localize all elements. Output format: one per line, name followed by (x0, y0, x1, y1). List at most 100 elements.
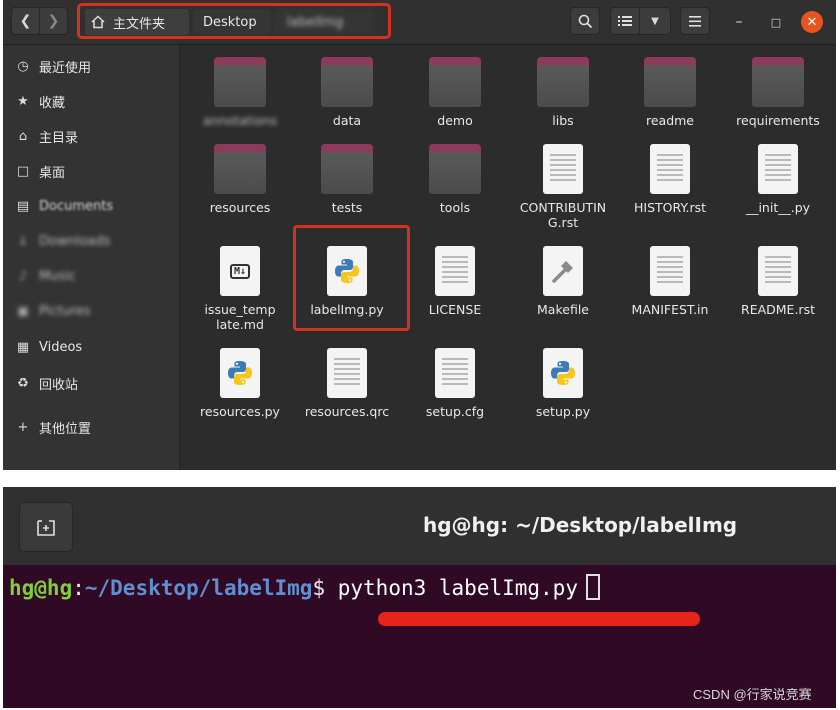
file-item[interactable]: README.rst (724, 246, 832, 317)
sidebar-item-music[interactable]: ♪ Music (3, 261, 179, 291)
download-icon: ↓ (17, 233, 29, 249)
search-button[interactable] (570, 7, 600, 35)
prompt-path: ~/Desktop/labelImg (84, 576, 313, 600)
sidebar-item-starred[interactable]: ★ 收藏 (3, 86, 179, 116)
file-item[interactable]: tests (293, 144, 401, 215)
terminal-prompt-line: hg@hg:~/Desktop/labelImg$ python3 labelI… (9, 574, 600, 600)
sidebar: ◷ 最近使用 ★ 收藏 ⌂ 主目录 □ 桌面 ▤ Documents ↓ Dow… (3, 45, 180, 470)
sidebar-item-recent[interactable]: ◷ 最近使用 (3, 51, 179, 81)
file-item[interactable]: Makefile (509, 246, 617, 317)
hamburger-icon (689, 15, 701, 27)
file-item[interactable]: annotations (186, 57, 294, 128)
back-button[interactable]: ❮ (11, 7, 40, 35)
prompt-dollar: $ (312, 576, 326, 600)
file-name: resources.py (200, 404, 280, 419)
close-button[interactable]: ✕ (801, 11, 823, 33)
new-tab-button[interactable] (19, 502, 73, 552)
text-file-icon (327, 348, 367, 398)
sidebar-item-label: 收藏 (39, 95, 66, 111)
desktop-icon: □ (16, 163, 30, 179)
view-options-button[interactable]: ▼ (639, 7, 671, 35)
file-name: MANIFEST.in (631, 302, 709, 317)
chevron-left-icon: ❮ (19, 13, 32, 29)
file-name: README.rst (741, 302, 815, 317)
folder-icon (429, 144, 481, 194)
sidebar-item-videos[interactable]: ▦ Videos (3, 332, 179, 362)
terminal-header: hg@hg: ~/Desktop/labelImg (3, 487, 836, 565)
file-name: Makefile (537, 302, 589, 317)
minimize-button[interactable]: – (728, 11, 750, 33)
file-item[interactable]: requirements (724, 57, 832, 128)
forward-button[interactable]: ❯ (39, 7, 68, 35)
folder-icon (214, 144, 266, 194)
folder-icon (644, 57, 696, 107)
file-item[interactable]: readme (616, 57, 724, 128)
file-item[interactable]: LICENSE (401, 246, 509, 317)
text-file-icon (650, 246, 690, 296)
close-icon: ✕ (806, 14, 818, 30)
star-icon: ★ (17, 93, 29, 109)
file-item[interactable]: demo (401, 57, 509, 128)
markdown-file-icon: M↓ (220, 246, 260, 296)
minimize-icon: – (735, 14, 743, 30)
chevron-right-icon: ❯ (47, 13, 60, 29)
file-name: requirements (736, 113, 820, 128)
sidebar-item-label: Documents (39, 198, 114, 214)
path-highlight-box (77, 3, 391, 39)
file-item[interactable]: MANIFEST.in (616, 246, 724, 317)
file-name: __init__.py (745, 200, 811, 215)
command-underline (378, 612, 700, 626)
file-name: resources.qrc (304, 404, 390, 419)
file-name: libs (552, 113, 574, 128)
plus-icon: + (17, 419, 29, 435)
file-name: readme (645, 113, 695, 128)
list-view-button[interactable] (610, 7, 640, 35)
terminal-command: python3 labelImg.py (325, 576, 578, 600)
file-name: setup.py (535, 404, 591, 419)
file-item[interactable]: setup.py (509, 348, 617, 419)
menu-button[interactable] (680, 7, 710, 35)
file-item[interactable]: HISTORY.rst (616, 144, 724, 215)
sidebar-item-other-locations[interactable]: + 其他位置 (3, 412, 179, 442)
sidebar-item-downloads[interactable]: ↓ Downloads (3, 226, 179, 256)
clock-icon: ◷ (17, 58, 29, 74)
file-item[interactable]: M↓ issue_template.md (186, 246, 294, 332)
watermark: CSDN @行家说竞赛 (693, 687, 812, 702)
file-manager-window: ❮ ❯ 主文件夹 Desktop labelImg ▼ – □ ✕ ◷ 最近使用… (3, 0, 836, 470)
folder-icon (214, 57, 266, 107)
sidebar-item-desktop[interactable]: □ 桌面 (3, 156, 179, 186)
file-item[interactable]: setup.cfg (401, 348, 509, 419)
sidebar-item-documents[interactable]: ▤ Documents (3, 191, 179, 221)
text-file-icon (435, 348, 475, 398)
file-name: tools (439, 200, 471, 215)
sidebar-item-home[interactable]: ⌂ 主目录 (3, 121, 179, 151)
file-name: data (332, 113, 362, 128)
maximize-icon: □ (770, 15, 782, 29)
pictures-icon: ▣ (16, 303, 30, 319)
labelimg-highlight-box (293, 225, 410, 331)
text-file-icon (543, 144, 583, 194)
file-item[interactable]: libs (509, 57, 617, 128)
file-item[interactable]: CONTRIBUTING.rst (509, 144, 617, 230)
home-icon: ⌂ (18, 128, 28, 144)
sidebar-item-label: 最近使用 (39, 60, 92, 76)
file-item[interactable]: resources (186, 144, 294, 215)
folder-icon (429, 57, 481, 107)
maximize-button[interactable]: □ (765, 11, 787, 33)
file-item[interactable]: tools (401, 144, 509, 215)
search-icon (578, 14, 592, 28)
file-name: setup.cfg (425, 404, 485, 419)
file-name: tests (331, 200, 363, 215)
file-item[interactable]: resources.py (186, 348, 294, 419)
music-icon: ♪ (18, 268, 28, 284)
file-item[interactable]: data (293, 57, 401, 128)
file-item[interactable]: resources.qrc (293, 348, 401, 419)
text-file-icon (758, 144, 798, 194)
file-name: HISTORY.rst (633, 200, 706, 215)
file-item[interactable]: __init__.py (724, 144, 832, 215)
caret-down-icon: ▼ (651, 15, 659, 27)
sidebar-item-pictures[interactable]: ▣ Pictures (3, 296, 179, 326)
sidebar-item-trash[interactable]: ♻ 回收站 (3, 368, 179, 398)
sidebar-item-label: 桌面 (39, 165, 66, 181)
file-name: demo (437, 113, 473, 128)
